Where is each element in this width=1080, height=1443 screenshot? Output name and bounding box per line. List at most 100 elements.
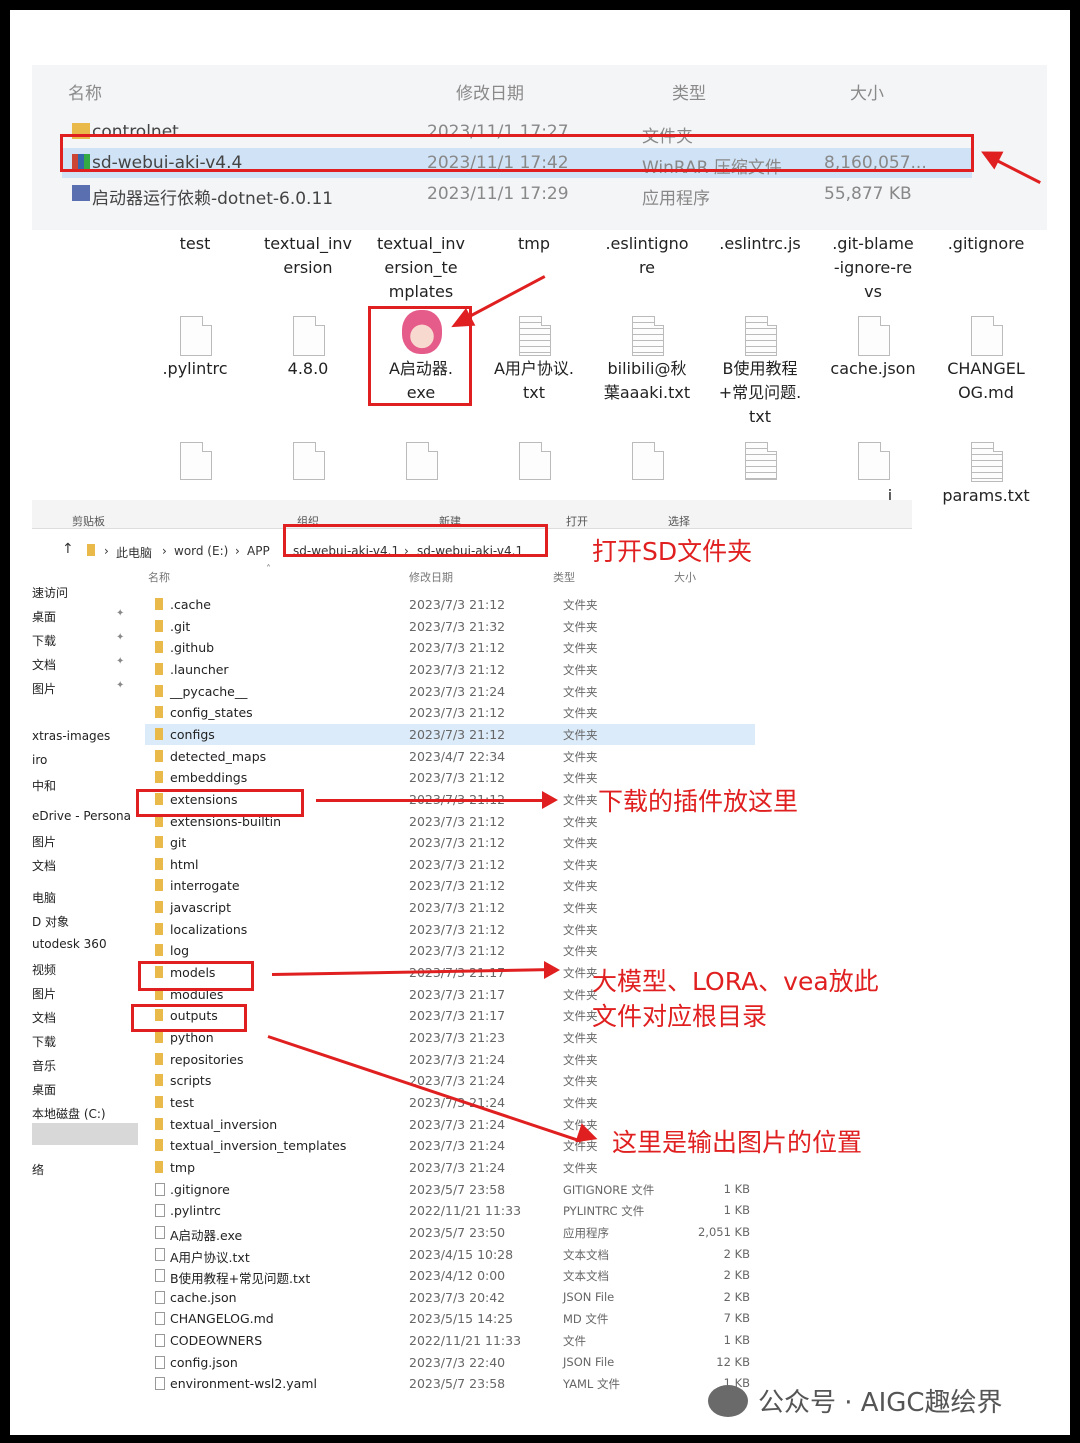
file-icon <box>180 316 212 356</box>
sidebar-item[interactable]: 音乐 <box>32 1057 56 1074</box>
grid-item-params[interactable]: params.txt <box>931 484 1041 508</box>
file-row[interactable]: scripts 2023/7/3 21:24 文件夹 <box>145 1070 755 1091</box>
file-row[interactable]: B使用教程+常见问题.txt 2023/4/12 0:00 文本文档 2 KB <box>145 1265 755 1286</box>
pin-icon[interactable]: ✦ <box>116 632 124 643</box>
file-icon <box>155 1269 165 1283</box>
col-header-date[interactable]: 修改日期 <box>456 79 524 104</box>
file-name: config_states <box>170 705 253 721</box>
ribbon-select[interactable]: 选择 <box>668 513 690 529</box>
file-icon <box>155 1312 165 1326</box>
file-row[interactable]: A启动器.exe 2023/5/7 23:50 应用程序 2,051 KB <box>145 1222 755 1243</box>
sidebar-item[interactable]: 图片 <box>32 985 56 1002</box>
grid-item[interactable]: test <box>140 232 250 256</box>
file-row[interactable]: cache.json 2023/7/3 20:42 JSON File 2 KB <box>145 1287 755 1308</box>
file-row[interactable]: .gitignore 2023/5/7 23:58 GITIGNORE 文件 1 KB <box>145 1179 755 1200</box>
breadcrumb-this-pc[interactable]: 此电脑 <box>116 544 152 561</box>
grid-item[interactable]: CHANGEL OG.md <box>931 357 1041 405</box>
sidebar-item[interactable]: xtras-images <box>32 729 110 743</box>
grid-item[interactable]: .gitignore <box>931 232 1041 256</box>
file-row[interactable]: html 2023/7/3 21:12 文件夹 <box>145 854 755 875</box>
grid-item[interactable]: textual_inv ersion_te mplates <box>366 232 476 304</box>
file-name: interrogate <box>170 878 240 894</box>
file-date: 2023/7/3 20:42 <box>409 1289 506 1305</box>
file-row[interactable]: log 2023/7/3 21:12 文件夹 <box>145 940 755 961</box>
archive-row-dotnet[interactable]: 启动器运行依赖-dotnet-6.0.11 2023/11/1 17:29 应用… <box>32 179 957 209</box>
ribbon-clipboard[interactable]: 剪贴板 <box>72 513 105 529</box>
file-row[interactable]: javascript 2023/7/3 21:12 文件夹 <box>145 897 755 918</box>
file-row[interactable]: CHANGELOG.md 2023/5/15 14:25 MD 文件 7 KB <box>145 1308 755 1329</box>
file-row[interactable]: .launcher 2023/7/3 21:12 文件夹 <box>145 659 755 680</box>
file-row[interactable]: repositories 2023/7/3 21:24 文件夹 <box>145 1049 755 1070</box>
pin-icon[interactable]: ✦ <box>116 656 124 667</box>
list-header-type[interactable]: 类型 <box>553 569 575 585</box>
grid-item[interactable]: B使用教程 +常见问题. txt <box>705 357 815 429</box>
sidebar-item[interactable]: 速访问 <box>32 584 68 601</box>
file-name: html <box>170 856 199 872</box>
file-icon <box>406 442 438 480</box>
file-row[interactable]: environment-wsl2.yaml 2023/5/7 23:58 YAML … <box>145 1373 755 1394</box>
sidebar-item[interactable]: D 对象 <box>32 913 69 930</box>
file-row[interactable]: tmp 2023/7/3 21:24 文件夹 <box>145 1157 755 1178</box>
grid-item[interactable]: bilibili@秋 葉aaaki.txt <box>592 357 702 405</box>
file-row[interactable]: .github 2023/7/3 21:12 文件夹 <box>145 637 755 658</box>
ribbon-open[interactable]: 打开 <box>566 513 588 529</box>
sidebar-item[interactable]: 桌面 <box>32 1081 56 1098</box>
sidebar-item[interactable]: 视频 <box>32 961 56 978</box>
file-row[interactable]: .pylintrc 2022/11/21 11:33 PYLINTRC 文件 1 KB <box>145 1200 755 1221</box>
grid-item[interactable]: .eslintrc.js <box>705 232 815 256</box>
grid-item[interactable]: tmp <box>479 232 589 256</box>
file-row[interactable]: interrogate 2023/7/3 21:12 文件夹 <box>145 875 755 896</box>
sidebar-item[interactable]: 中和 <box>32 777 56 794</box>
file-row[interactable]: A用户协议.txt 2023/4/15 10:28 文本文档 2 KB <box>145 1244 755 1265</box>
pin-icon[interactable]: ✦ <box>116 608 124 619</box>
file-type: 文件夹 <box>563 598 598 612</box>
file-row[interactable]: detected_maps 2023/4/7 22:34 文件夹 <box>145 746 755 767</box>
sidebar-item[interactable]: 络 <box>32 1161 44 1178</box>
file-size: 2,051 KB <box>697 1224 750 1239</box>
sidebar-item[interactable]: 图片 <box>32 680 56 697</box>
grid-item[interactable]: .git-blame -ignore-re vs <box>818 232 928 304</box>
list-header-date[interactable]: 修改日期 <box>409 569 453 585</box>
sidebar-item[interactable]: 下载 <box>32 1033 56 1050</box>
up-arrow-icon[interactable]: ↑ <box>62 541 74 557</box>
folder-icon <box>155 1117 163 1130</box>
sidebar-item[interactable]: 本地磁盘 (C:) <box>32 1105 106 1122</box>
file-row[interactable]: config_states 2023/7/3 21:12 文件夹 <box>145 702 755 723</box>
sidebar-item[interactable]: 图片 <box>32 833 56 850</box>
breadcrumb-drive[interactable]: word (E:) <box>174 544 228 558</box>
list-header-name[interactable]: 名称 <box>148 569 170 585</box>
col-header-type[interactable]: 类型 <box>672 79 706 104</box>
grid-item[interactable]: 4.8.0 <box>253 357 363 381</box>
col-header-size[interactable]: 大小 <box>850 79 884 104</box>
col-header-name[interactable]: 名称 <box>68 79 102 104</box>
grid-item[interactable]: cache.json <box>818 357 928 381</box>
breadcrumb-app[interactable]: APP <box>247 544 270 558</box>
grid-item[interactable]: .eslintigno re <box>592 232 702 280</box>
sidebar-item[interactable]: 桌面 <box>32 608 56 625</box>
file-row[interactable]: localizations 2023/7/3 21:12 文件夹 <box>145 919 755 940</box>
grid-item[interactable]: A用户协议. txt <box>479 357 589 405</box>
file-row[interactable]: config.json 2023/7/3 22:40 JSON File 12 KB <box>145 1352 755 1373</box>
sidebar-item[interactable]: 电脑 <box>32 889 56 906</box>
sidebar-item[interactable]: 下载 <box>32 632 56 649</box>
list-header-size[interactable]: 大小 <box>674 569 696 585</box>
file-date: 2023/7/3 21:24 <box>409 1051 506 1067</box>
sidebar-item[interactable]: 文档 <box>32 1009 56 1026</box>
file-row[interactable]: .git 2023/7/3 21:32 文件夹 <box>145 616 755 637</box>
sidebar-item[interactable]: 文档 <box>32 857 56 874</box>
file-type: 文件夹 <box>563 857 598 872</box>
sidebar-item[interactable]: utodesk 360 <box>32 937 107 951</box>
pin-icon[interactable]: ✦ <box>116 680 124 691</box>
file-name: .cache <box>170 597 211 612</box>
sidebar-item[interactable]: 文档 <box>32 656 56 673</box>
grid-item[interactable]: textual_inv ersion <box>253 232 363 280</box>
file-row[interactable]: configs 2023/7/3 21:12 文件夹 <box>145 723 755 745</box>
file-row[interactable]: __pycache__ 2023/7/3 21:24 文件夹 <box>145 681 755 702</box>
file-row[interactable]: .cache 2023/7/3 21:12 文件夹 <box>145 594 755 615</box>
file-name: python <box>170 1030 214 1045</box>
grid-item[interactable]: .pylintrc <box>140 357 250 381</box>
file-row[interactable]: git 2023/7/3 21:12 文件夹 <box>145 832 755 853</box>
sidebar-item[interactable]: iro <box>32 753 47 767</box>
sidebar-item[interactable]: eDrive - Persona <box>32 809 131 823</box>
file-row[interactable]: CODEOWNERS 2022/11/21 11:33 文件 1 KB <box>145 1330 755 1351</box>
